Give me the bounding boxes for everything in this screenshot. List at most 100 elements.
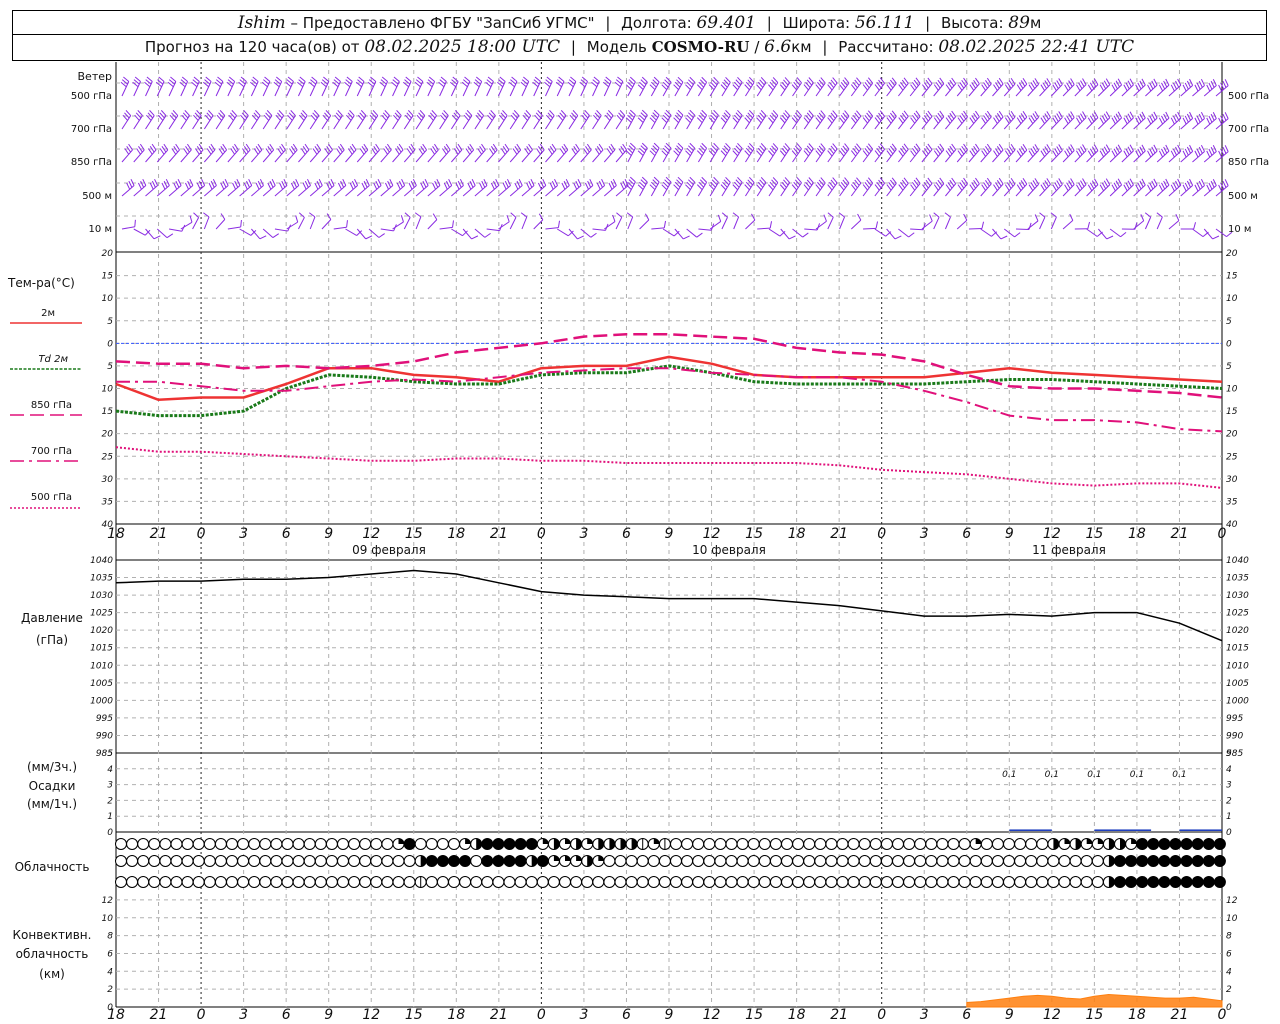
wind-barb [132, 76, 141, 97]
wind-barb-feather [1212, 79, 1217, 86]
wind-barb [344, 76, 353, 97]
wind-barb-feather [1105, 178, 1111, 185]
wind-barb [144, 76, 153, 97]
cloud-cover-icon [1102, 855, 1115, 867]
cloud-circle [226, 855, 238, 867]
wind-barb-feather [1206, 117, 1211, 125]
wind-barb [768, 177, 779, 197]
wind-barb-feather [1175, 146, 1180, 154]
cloud-circle [436, 838, 449, 850]
wind-barb-feather [1218, 84, 1223, 92]
wind-barb-shaft [910, 228, 924, 231]
cloud-circle [925, 838, 938, 850]
wind-barb [145, 110, 155, 130]
wind-barb-shaft [1062, 220, 1074, 230]
cloud-cover-icon [525, 838, 538, 850]
wind-barb-feather [1064, 150, 1069, 157]
cloud-circle [470, 876, 483, 888]
wind-barb-feather [240, 219, 242, 228]
cloud-cover-icon [425, 855, 438, 867]
wind-barb-feather [1196, 182, 1201, 190]
wind-barb-shaft [392, 221, 404, 230]
cloud-cover-icon [237, 876, 250, 888]
wind-barb-feather [526, 182, 531, 190]
cloud-circle [1003, 855, 1015, 867]
x-tick-label: 21 [830, 526, 848, 542]
cloud-cover-icon [536, 855, 549, 867]
cloud-fill [1203, 855, 1215, 867]
wind-barb-shaft [1109, 228, 1121, 238]
wind-barb [545, 110, 555, 130]
y-tick-label: 15 [102, 407, 114, 417]
wind-barb [438, 76, 447, 97]
wind-barb-shaft [333, 226, 347, 230]
wind-barb-feather [490, 182, 495, 190]
day-label: 10 февраля [692, 543, 766, 557]
wind-barb-feather [354, 178, 359, 186]
cloud-cover-icon [1058, 855, 1071, 867]
cloud-fill [553, 855, 560, 861]
cloud-cover-icon [359, 855, 372, 867]
wind-barb [615, 110, 626, 130]
wind-barb [625, 109, 636, 130]
cloud-cover-icon [192, 855, 205, 867]
cloud-cover-icon [481, 855, 494, 867]
wind-barb-feather [1076, 117, 1081, 125]
wind-barb [1027, 144, 1040, 163]
wind-barb [392, 110, 402, 130]
cloud-fill [587, 838, 593, 844]
wind-barb-feather [1175, 80, 1180, 88]
wind-barb [450, 76, 459, 97]
wind-barb [1074, 178, 1087, 197]
wind-barb [1203, 79, 1217, 97]
wind-barb-feather [589, 178, 594, 186]
wind-barb [1192, 144, 1205, 163]
wind-barb-feather [1103, 180, 1109, 188]
wind-barb-feather [596, 182, 601, 190]
cloud-cover-icon [559, 876, 571, 888]
y-tick-label: 20 [102, 430, 114, 440]
wind-barb [673, 76, 684, 97]
wind-barb [1144, 212, 1152, 230]
wind-barb [1039, 111, 1051, 130]
wind-barb [909, 177, 921, 197]
wind-barb [744, 177, 755, 197]
cloud-fill [1192, 855, 1204, 867]
cloud-cover-icon [392, 855, 405, 867]
wind-barb [180, 110, 190, 130]
cloud-cover-icon [1136, 855, 1149, 867]
cloud-cover-icon [903, 838, 916, 850]
wind-barb-feather [1194, 184, 1199, 192]
cloud-cover-icon [370, 876, 383, 888]
cloud-cover-icon [947, 876, 960, 888]
wind-barb-feather [432, 146, 437, 153]
cloud-cover-icon [1036, 855, 1049, 867]
cloud-cover-icon [203, 855, 216, 867]
cloud-cover-icon [547, 838, 560, 850]
cloud-circle [947, 838, 960, 850]
wind-barb [744, 143, 755, 163]
wind-barb [1133, 178, 1146, 197]
wind-barb-feather [1099, 150, 1105, 158]
wind-barb [886, 77, 897, 97]
wind-barb-feather [436, 178, 441, 186]
cloud-circle [170, 855, 183, 867]
wind-barb [685, 142, 696, 163]
wind-barb-feather [610, 180, 615, 188]
cloud-cover-icon [825, 838, 838, 850]
wind-barb-feather [1016, 117, 1022, 124]
wind-barb-feather [1127, 113, 1132, 121]
cloud-cover-icon [747, 838, 760, 850]
cloud-cover-icon [570, 876, 583, 888]
wind-barb-feather [232, 182, 237, 190]
cloud-circle [925, 855, 938, 867]
wind-barb-feather [1076, 184, 1081, 192]
wind-barb-feather [1089, 82, 1095, 89]
wind-barb [392, 178, 406, 197]
wind-barb [556, 143, 569, 163]
cloud-cover-icon [714, 876, 727, 888]
wind-barb-feather [1016, 150, 1022, 157]
wind-barb-feather [212, 178, 217, 186]
wind-barb-feather [908, 232, 915, 238]
cloud-cover-icon [1169, 876, 1182, 888]
